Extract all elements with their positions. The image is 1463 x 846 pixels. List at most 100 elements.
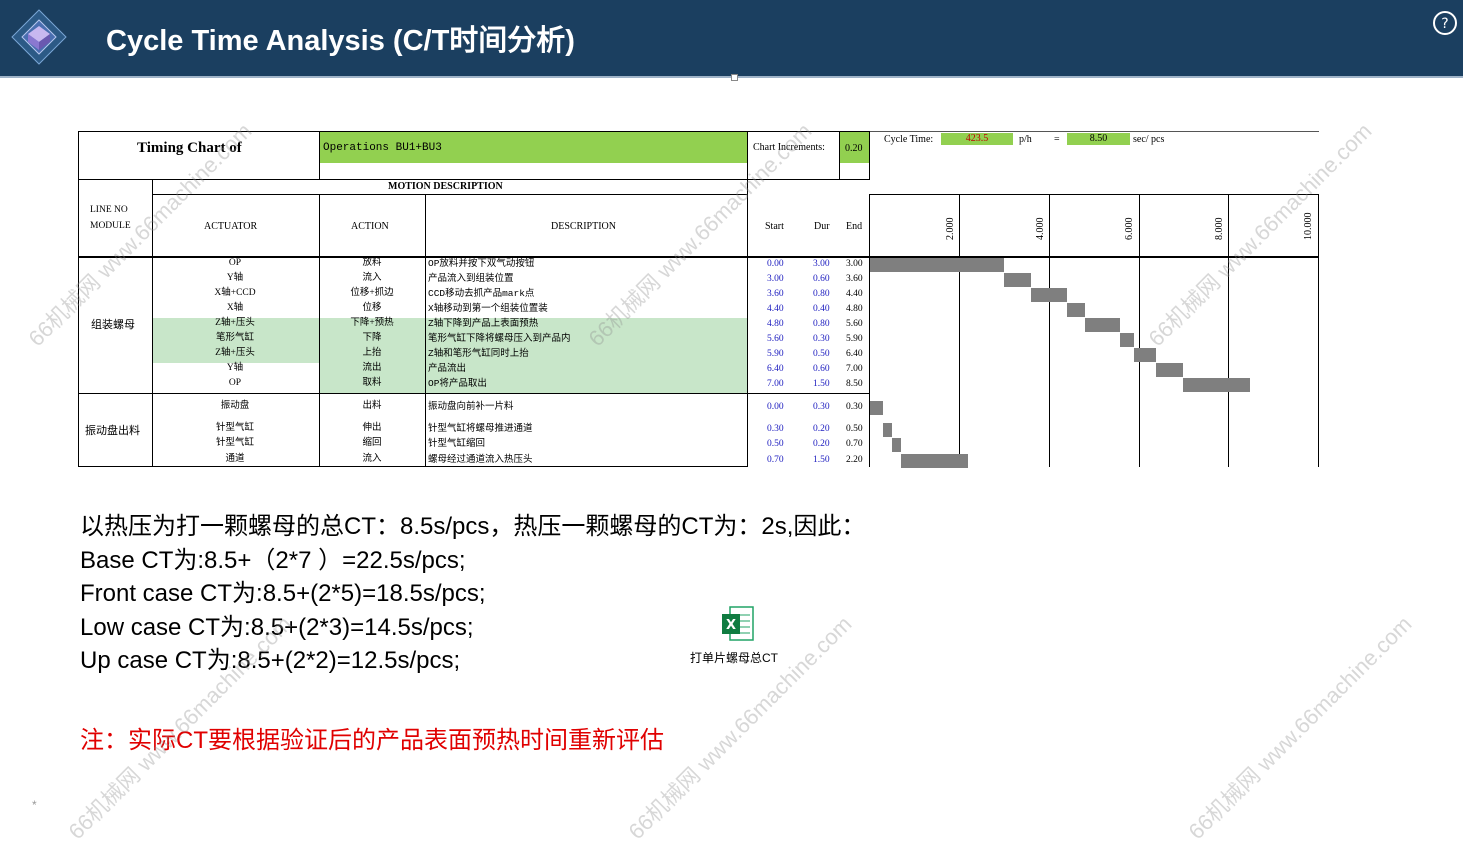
cycle-time-label: Cycle Time:	[884, 134, 934, 145]
actuator-cell: Z轴+压头	[215, 318, 255, 328]
gantt-bar	[1182, 378, 1250, 392]
end-cell: 6.40	[846, 349, 863, 359]
dur-cell: 0.80	[813, 289, 830, 299]
col-actuator: ACTUATOR	[204, 221, 258, 232]
description-cell: 笔形气缸下降将螺母压入到产品内	[428, 333, 571, 344]
gantt-bar	[892, 438, 902, 452]
action-cell: 流出	[362, 363, 382, 373]
start-cell: 5.60	[767, 334, 784, 344]
gantt-bar	[870, 401, 884, 415]
gantt-bar	[1066, 303, 1085, 317]
start-cell: 3.00	[767, 274, 784, 284]
description-cell: OP将产品取出	[428, 378, 487, 389]
description-cell: 产品流入到组装位置	[428, 273, 514, 284]
end-cell: 0.30	[846, 402, 863, 412]
end-cell: 5.60	[846, 319, 863, 329]
start-cell: 4.80	[767, 319, 784, 329]
note-line: Base CT为:8.5+（2*7 ）=22.5s/pcs;	[80, 546, 466, 574]
warning-note: 注：实际CT要根据验证后的产品表面预热时间重新评估	[80, 727, 664, 754]
motion-description-heading: MOTION DESCRIPTION	[388, 181, 503, 192]
description-cell: CCD移动去抓产品mark点	[428, 288, 535, 299]
gantt-bar	[1030, 288, 1067, 302]
start-cell: 7.00	[767, 379, 784, 389]
tick-label: 4.000	[1034, 217, 1046, 241]
actuator-cell: OP	[228, 258, 242, 268]
action-cell: 位移+抓边	[350, 288, 394, 298]
excel-file-icon[interactable]: X	[721, 606, 755, 642]
actuator-cell: 针型气缸	[215, 438, 255, 448]
col-description: DESCRIPTION	[551, 221, 617, 232]
col-action: ACTION	[351, 221, 389, 232]
start-cell: 0.70	[767, 455, 784, 465]
gantt-bar	[1133, 348, 1157, 362]
end-cell: 3.60	[846, 274, 863, 284]
end-cell: 2.20	[846, 455, 863, 465]
col-start: Start	[765, 221, 784, 232]
action-cell: 取料	[362, 378, 382, 388]
end-cell: 3.00	[846, 259, 863, 269]
end-cell: 5.90	[846, 334, 863, 344]
attachment-label[interactable]: 打单片螺母总CT	[690, 649, 778, 666]
dur-cell: 0.30	[813, 402, 830, 412]
description-cell: X轴移动到第一个组装位置装	[428, 303, 548, 314]
start-cell: 5.90	[767, 349, 784, 359]
actuator-cell: 针型气缸	[215, 423, 255, 433]
chart-increments-value[interactable]: 0.20	[840, 132, 869, 163]
gantt-bar	[901, 454, 969, 468]
description-cell: Z轴和笔形气缸同时上抬	[428, 348, 529, 359]
end-cell: 7.00	[846, 364, 863, 374]
dur-cell: 3.00	[813, 259, 830, 269]
start-cell: 3.60	[767, 289, 784, 299]
action-cell: 流入	[362, 273, 382, 283]
action-cell: 放料	[362, 258, 382, 268]
actuator-cell: OP	[228, 378, 242, 388]
dur-cell: 1.50	[813, 455, 830, 465]
end-cell: 4.80	[846, 304, 863, 314]
dur-cell: 0.30	[813, 334, 830, 344]
action-cell: 流入	[362, 454, 382, 464]
dur-cell: 1.50	[813, 379, 830, 389]
per-hour-unit: p/h	[1019, 134, 1032, 145]
action-cell: 缩回	[362, 438, 382, 448]
dur-cell: 0.40	[813, 304, 830, 314]
end-cell: 0.50	[846, 424, 863, 434]
description-cell: OP放料并按下双气动按钮	[428, 258, 535, 269]
cycle-time-value[interactable]: 423.5	[941, 133, 1013, 145]
end-cell: 8.50	[846, 379, 863, 389]
dur-cell: 0.20	[813, 439, 830, 449]
module-name: 振动盘出料	[85, 425, 140, 437]
tick-label: 8.000	[1213, 217, 1225, 241]
start-cell: 6.40	[767, 364, 784, 374]
actuator-cell: Y轴	[226, 273, 244, 283]
description-cell: 螺母经过通道流入热压头	[428, 454, 533, 465]
highlight-band-action-description	[320, 318, 748, 393]
timing-chart-label: Timing Chart of	[137, 140, 242, 156]
col-end: End	[846, 221, 863, 232]
dur-cell: 0.80	[813, 319, 830, 329]
dur-cell: 0.60	[813, 364, 830, 374]
description-cell: 针型气缸将螺母推进通道	[428, 423, 533, 434]
actuator-cell: Z轴+压头	[215, 348, 255, 358]
start-cell: 4.40	[767, 304, 784, 314]
start-cell: 0.50	[767, 439, 784, 449]
end-cell: 4.40	[846, 289, 863, 299]
actuator-cell: 振动盘	[220, 401, 250, 411]
gantt-bar	[1084, 318, 1121, 332]
sec-per-pcs-value[interactable]: 8.50	[1067, 133, 1130, 145]
start-cell: 0.00	[767, 402, 784, 412]
description-cell: 针型气缸缩回	[428, 438, 486, 449]
action-cell: 位移	[362, 303, 382, 313]
svg-text:X: X	[726, 618, 736, 633]
dur-cell: 0.60	[813, 274, 830, 284]
gantt-bar	[870, 258, 1005, 272]
sec-per-pcs-unit: sec/ pcs	[1133, 134, 1165, 145]
end-cell: 0.70	[846, 439, 863, 449]
col-line-no: LINE NO	[90, 205, 128, 215]
tick-label: 2.000	[945, 217, 957, 241]
operations-field[interactable]: Operations BU1+BU3	[320, 132, 747, 163]
description-cell: 产品流出	[428, 363, 467, 374]
actuator-cell: 笔形气缸	[215, 333, 255, 343]
col-dur: Dur	[814, 221, 830, 232]
chart-increments-label: Chart Increments:	[753, 142, 825, 153]
description-cell: Z轴下降到产品上表面预热	[428, 318, 539, 329]
